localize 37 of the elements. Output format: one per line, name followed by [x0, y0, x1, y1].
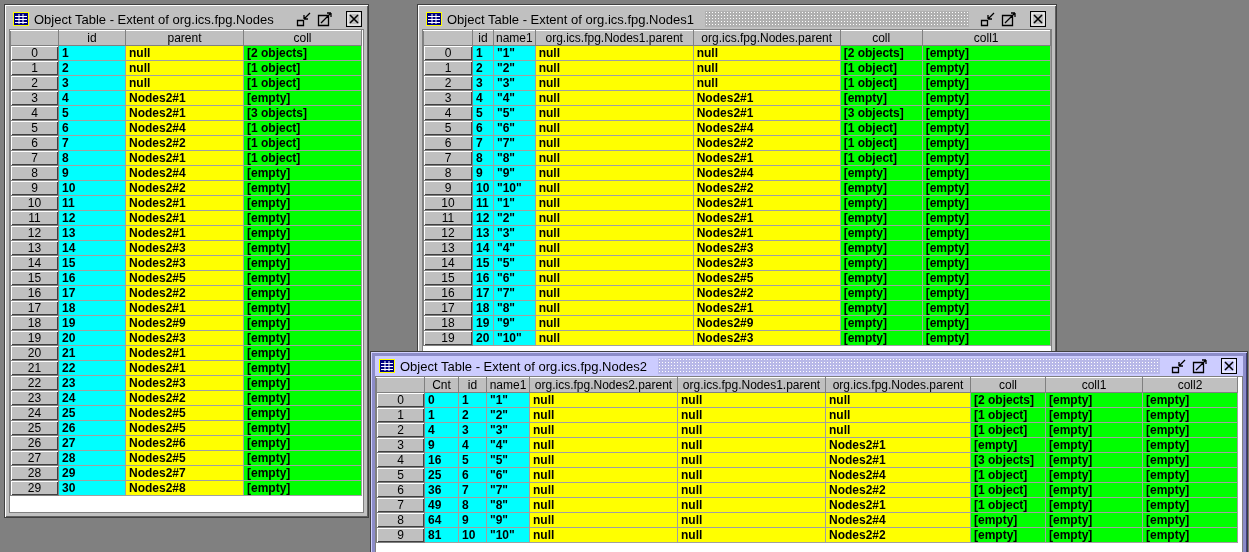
title-bar[interactable]: Object Table - Extent of org.ics.fpg.Nodes2 — [375, 356, 1243, 376]
table-icon — [379, 359, 395, 373]
column-header[interactable]: org.ics.fpg.Nodes1.parent — [535, 30, 694, 46]
column-header[interactable]: name1 — [493, 30, 536, 46]
table-cell: 18 — [472, 300, 494, 316]
column-header[interactable]: coll1 — [922, 30, 1051, 46]
table-cell: 2 — [472, 60, 494, 76]
table-cell: 10 — [472, 180, 494, 196]
column-header[interactable]: coll — [243, 30, 362, 46]
column-header[interactable]: Cnt — [424, 377, 459, 393]
column-header[interactable]: coll2 — [1142, 377, 1238, 393]
column-header[interactable]: org.ics.fpg.Nodes1.parent — [677, 377, 826, 393]
close-icon[interactable] — [1221, 358, 1237, 374]
table-cell: 8 — [472, 150, 494, 166]
table-cell: 14 — [472, 240, 494, 256]
column-header[interactable]: id — [58, 30, 126, 46]
table-cell: 6 — [472, 120, 494, 136]
column-header[interactable]: id — [472, 30, 494, 46]
column-header[interactable]: coll — [840, 30, 923, 46]
column-header[interactable]: coll — [970, 377, 1046, 393]
table-cell: 4 — [472, 90, 494, 106]
table-icon — [13, 12, 29, 26]
minimize-icon[interactable] — [1171, 358, 1187, 374]
table-cell: 16 — [472, 270, 494, 286]
maximize-icon[interactable] — [1192, 358, 1208, 374]
window-title: Object Table - Extent of org.ics.fpg.Nodes2 — [400, 358, 647, 374]
column-header[interactable]: parent — [125, 30, 244, 46]
table-icon — [426, 12, 442, 26]
window-title: Object Table - Extent of org.ics.fpg.Nodes — [34, 11, 274, 27]
column-header[interactable]: org.ics.fpg.Nodes2.parent — [529, 377, 678, 393]
column-header[interactable]: name1 — [486, 377, 530, 393]
column-header[interactable]: coll1 — [1045, 377, 1143, 393]
column-header[interactable]: org.ics.fpg.Nodes.parent — [825, 377, 971, 393]
table-cell: 12 — [472, 210, 494, 226]
column-header[interactable]: org.ics.fpg.Nodes.parent — [693, 30, 841, 46]
column-header[interactable]: id — [458, 377, 487, 393]
window-title: Object Table - Extent of org.ics.fpg.Nodes1 — [447, 11, 694, 27]
